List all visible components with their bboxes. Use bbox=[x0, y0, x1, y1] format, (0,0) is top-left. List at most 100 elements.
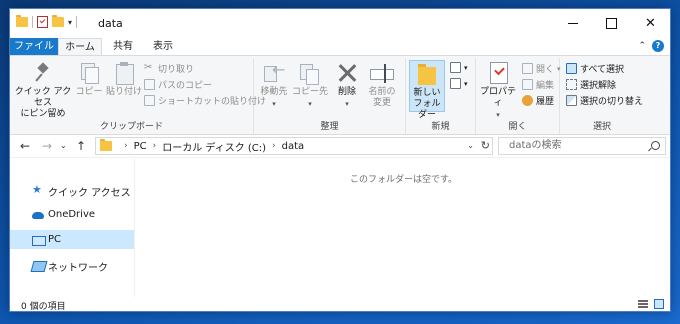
rename-button[interactable]: 名前の 変更 bbox=[364, 60, 400, 109]
nav-item-network[interactable]: ネットワーク bbox=[10, 255, 134, 274]
properties-button[interactable]: プロパティ ▾ bbox=[478, 60, 518, 121]
status-bar: 0 個の項目 bbox=[10, 297, 670, 312]
edit-icon bbox=[522, 79, 533, 90]
copy-to-button[interactable]: コピー先 ▾ bbox=[292, 60, 328, 110]
tab-share[interactable]: 共有 bbox=[104, 38, 142, 55]
back-button[interactable]: ← bbox=[20, 139, 30, 153]
tab-home[interactable]: ホーム bbox=[58, 38, 102, 55]
tab-view[interactable]: 表示 bbox=[144, 38, 182, 55]
copy-path-button[interactable]: パスのコピー bbox=[144, 78, 212, 91]
nav-item-label: OneDrive bbox=[48, 209, 96, 220]
large-icons-view-icon[interactable] bbox=[654, 299, 664, 309]
properties-label: プロパティ bbox=[479, 87, 516, 108]
delete-icon bbox=[335, 62, 359, 84]
breadcrumb-local-disk[interactable]: ローカル ディスク (C:) bbox=[162, 139, 266, 154]
minimize-button[interactable] bbox=[553, 9, 592, 38]
address-bar[interactable]: › PC › ローカル ディスク (C:) › data ⌄ ↻ bbox=[95, 137, 493, 155]
group-select: すべて選択 選択解除 選択の切り替え 選択 bbox=[560, 58, 644, 134]
group-label-clipboard: クリップボード bbox=[99, 122, 163, 132]
customize-toolbar-icon[interactable]: ▾ bbox=[68, 18, 72, 27]
group-label-organize: 整理 bbox=[320, 122, 339, 132]
desktop-background bbox=[320, 310, 560, 324]
open-button[interactable]: 開く ▾ bbox=[522, 62, 561, 75]
separator bbox=[76, 16, 78, 28]
select-none-label: 選択解除 bbox=[580, 81, 617, 91]
properties-icon[interactable] bbox=[37, 16, 48, 28]
nav-item-label: クイック アクセス bbox=[48, 188, 131, 199]
search-input[interactable]: dataの検索 bbox=[498, 137, 666, 155]
group-label-open: 開く bbox=[508, 122, 527, 132]
help-icon[interactable]: ? bbox=[652, 40, 664, 52]
new-folder-icon[interactable] bbox=[52, 15, 64, 27]
chevron-right-icon: › bbox=[124, 141, 128, 151]
paste-shortcut-button[interactable]: ショートカットの貼り付け bbox=[144, 94, 266, 107]
new-folder-label-line2: フォルダー bbox=[413, 99, 441, 120]
paste-shortcut-icon bbox=[144, 95, 155, 106]
select-all-button[interactable]: すべて選択 bbox=[566, 62, 624, 75]
invert-selection-icon bbox=[566, 95, 577, 106]
cloud-icon bbox=[32, 212, 44, 219]
close-button[interactable]: ✕ bbox=[631, 9, 670, 38]
scissors-icon: ✂ bbox=[144, 62, 153, 73]
window-controls: ✕ bbox=[553, 9, 670, 38]
refresh-icon[interactable]: ↻ bbox=[481, 139, 490, 152]
details-view-icon[interactable] bbox=[638, 299, 648, 309]
delete-label: 削除 bbox=[337, 87, 356, 97]
copy-path-label: パスのコピー bbox=[158, 81, 213, 91]
delete-button[interactable]: 削除 ▾ bbox=[334, 60, 360, 110]
paste-icon bbox=[112, 62, 136, 85]
nav-item-onedrive[interactable]: OneDrive bbox=[10, 205, 134, 224]
group-organize: 移動先 ▾ コピー先 ▾ 削除 ▾ 名前の 変更 整理 bbox=[254, 58, 406, 134]
breadcrumb-pc[interactable]: PC bbox=[134, 141, 147, 152]
select-all-label: すべて選択 bbox=[580, 65, 625, 75]
select-none-icon bbox=[566, 79, 577, 90]
rename-icon bbox=[370, 62, 394, 84]
select-all-icon bbox=[566, 63, 577, 74]
empty-folder-message: このフォルダーは空です。 bbox=[349, 175, 458, 185]
chevron-down-icon: ▾ bbox=[308, 100, 312, 108]
new-folder-button[interactable]: 新しい フォルダー bbox=[409, 60, 445, 120]
cut-button[interactable]: ✂ 切り取り bbox=[144, 62, 194, 76]
pin-label-line1: クイック アクセス bbox=[14, 87, 72, 108]
collapse-ribbon-icon[interactable]: ⌃ bbox=[638, 41, 646, 51]
search-icon bbox=[651, 141, 660, 150]
recent-locations-button[interactable]: ⌄ bbox=[60, 141, 67, 150]
open-label: 開く bbox=[536, 65, 555, 75]
edit-button[interactable]: 編集 bbox=[522, 78, 554, 91]
window-title: data bbox=[98, 17, 123, 30]
tab-file[interactable]: ファイル bbox=[10, 38, 58, 55]
group-label-select: 選択 bbox=[592, 122, 611, 132]
up-button[interactable]: ↑ bbox=[76, 139, 86, 153]
chevron-right-icon: › bbox=[152, 141, 157, 151]
quick-access-toolbar: ▾ bbox=[16, 15, 78, 28]
title-bar: ▾ data ✕ bbox=[10, 9, 670, 38]
new-item-button[interactable]: ▾ bbox=[450, 62, 468, 73]
group-open: プロパティ ▾ 開く ▾ 編集 履歴 開く bbox=[476, 58, 561, 134]
folder-icon bbox=[100, 139, 112, 151]
forward-button[interactable]: → bbox=[42, 139, 52, 153]
breadcrumb-data[interactable]: data bbox=[282, 141, 305, 152]
group-clipboard: クイック アクセス にピン留め コピー 貼り付け ✂ 切り取り パスのコピー シ… bbox=[10, 58, 266, 134]
nav-item-quick-access[interactable]: ★ クイック アクセス bbox=[10, 180, 134, 199]
chevron-right-icon: › bbox=[272, 141, 276, 151]
move-to-button[interactable]: 移動先 ▾ bbox=[258, 60, 290, 110]
copy-icon bbox=[77, 62, 101, 84]
rename-label-line1: 名前の bbox=[368, 87, 396, 97]
history-button[interactable]: 履歴 bbox=[522, 94, 554, 107]
new-folder-label-line1: 新しい bbox=[413, 88, 441, 98]
copy-button[interactable]: コピー bbox=[74, 60, 104, 98]
copy-to-label: コピー先 bbox=[292, 87, 329, 97]
paste-button[interactable]: 貼り付け bbox=[106, 60, 142, 98]
nav-item-pc[interactable]: PC bbox=[10, 230, 134, 249]
maximize-button[interactable] bbox=[592, 9, 631, 38]
chevron-down-icon[interactable]: ⌄ bbox=[467, 141, 474, 150]
network-icon bbox=[30, 261, 48, 272]
select-none-button[interactable]: 選択解除 bbox=[566, 78, 616, 91]
copy-path-icon bbox=[144, 79, 155, 90]
easy-access-button[interactable]: ▾ bbox=[450, 78, 468, 89]
invert-selection-button[interactable]: 選択の切り替え bbox=[566, 94, 643, 107]
pin-to-quick-access-button[interactable]: クイック アクセス にピン留め bbox=[14, 60, 72, 120]
search-placeholder: dataの検索 bbox=[509, 140, 562, 151]
copy-label: コピー bbox=[75, 87, 103, 97]
ribbon-tabs: ファイル ホーム 共有 表示 ⌃ ? bbox=[10, 38, 670, 55]
